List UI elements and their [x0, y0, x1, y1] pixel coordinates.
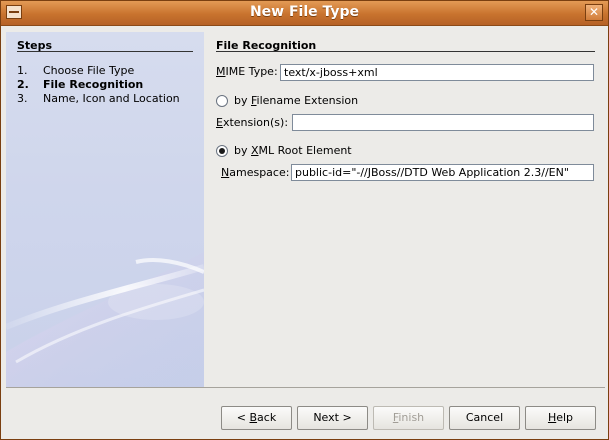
xml-root-element-radio[interactable]: by XML Root Element	[216, 144, 352, 157]
title-bar[interactable]: New File Type ✕	[1, 1, 608, 26]
mime-type-input[interactable]: text/x-jboss+xml	[280, 64, 594, 81]
decorative-swirl-image	[6, 252, 204, 387]
step-number: 3.	[17, 92, 28, 105]
radio-unselected-icon[interactable]	[216, 94, 228, 107]
window-title: New File Type	[249, 4, 360, 20]
steps-panel: Steps 1. Choose File Type 2. File Recognit…	[6, 32, 204, 387]
step-label: File Recognition	[43, 78, 144, 91]
namespace-label: Namespace:	[221, 166, 290, 179]
filename-extension-label: by Filename Extension	[234, 94, 359, 107]
next-button[interactable]: Next >	[297, 406, 368, 430]
step-number: 2.	[17, 78, 29, 91]
finish-button[interactable]: Finish	[373, 406, 444, 430]
extensions-input[interactable]	[292, 114, 594, 131]
step-label: Choose File Type	[43, 64, 135, 77]
step-label: Name, Icon and Location	[43, 92, 180, 105]
step-file-recognition: 2. File Recognition	[17, 78, 143, 91]
window-menu-icon[interactable]	[6, 5, 22, 19]
back-button[interactable]: < Back	[221, 406, 292, 430]
step-name-icon-location: 3. Name, Icon and Location	[17, 92, 180, 105]
cancel-button[interactable]: Cancel	[449, 406, 520, 430]
namespace-input[interactable]: public-id="-//JBoss//DTD Web Application…	[291, 164, 594, 181]
xml-root-element-label: by XML Root Element	[234, 144, 352, 157]
section-divider	[216, 51, 595, 52]
close-icon[interactable]: ✕	[585, 4, 603, 21]
new-file-type-dialog: New File Type ✕ Steps 1. Choose File Typ…	[0, 0, 609, 440]
step-number: 1.	[17, 64, 28, 77]
radio-selected-icon[interactable]	[216, 144, 228, 157]
file-recognition-panel: File Recognition MIME Type: text/x-jboss…	[204, 32, 604, 387]
button-bar-divider	[6, 387, 605, 388]
steps-divider	[17, 51, 193, 52]
step-choose-file-type: 1. Choose File Type	[17, 64, 134, 77]
extensions-label: Extension(s):	[216, 116, 289, 129]
filename-extension-radio[interactable]: by Filename Extension	[216, 94, 358, 107]
mime-type-label: MIME Type:	[216, 65, 278, 78]
help-button[interactable]: Help	[525, 406, 596, 430]
